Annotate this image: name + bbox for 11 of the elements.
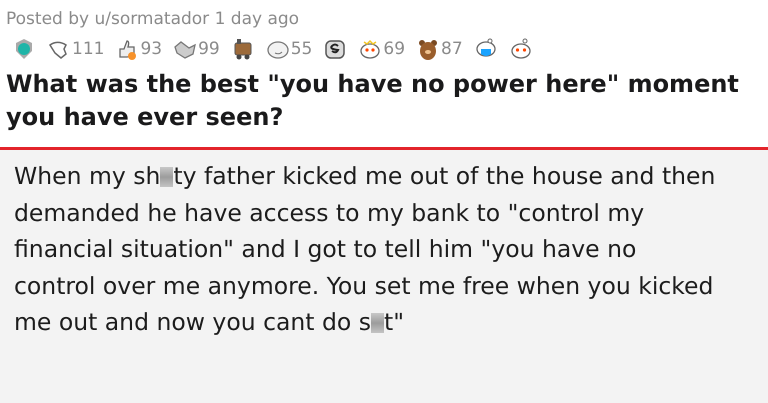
award-count: 55 (290, 39, 312, 59)
censor-mark (370, 313, 384, 333)
award-count: 99 (198, 39, 220, 59)
comment-text: When my sh ty father kicked me out of the house and then demanded he have access to my bank to "control my financial situation" and I got to tell him "you have no control over me anymore. You set me free when you kicked me out and now you cant do s t" (14, 161, 716, 338)
censor-mark (160, 167, 174, 187)
award-count: 93 (140, 39, 162, 59)
award-count: 111 (72, 39, 104, 59)
post-title: What was the best "you have no power here" moment you have ever seen? (6, 69, 740, 133)
byline: Posted by u/sormatador 1 day ago (6, 8, 300, 30)
award-count: 87 (441, 39, 463, 59)
award-count: 69 (383, 39, 406, 59)
